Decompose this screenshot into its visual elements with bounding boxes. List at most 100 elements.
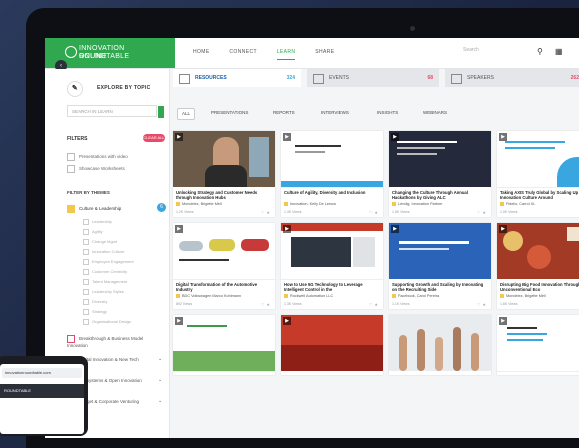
card-title: Disrupting Big Food Innovation Through U… — [500, 282, 579, 292]
card-title: Supporting Growth and Scaling by Innovat… — [392, 282, 484, 292]
card-thumbnail — [497, 223, 579, 279]
card-thumbnail — [173, 223, 275, 280]
resource-type-icon: ▶ — [283, 225, 291, 233]
card-views: 1.0K Views — [500, 210, 518, 214]
tab-label: RESOURCES — [195, 75, 227, 81]
checkbox-culture-leadership[interactable]: Culture & Leadership — [67, 205, 121, 213]
card-actions-icon[interactable]: ♡★ — [261, 210, 272, 215]
resource-card[interactable]: ▶ — [173, 315, 275, 375]
filters-heading: FILTERS — [67, 136, 88, 142]
sub-theme-item[interactable]: Change Mgmt — [83, 239, 117, 245]
card-views: 1.5K Views — [392, 210, 410, 214]
phone-url-bar[interactable]: innovationroundtable.com — [2, 368, 82, 378]
theme-group[interactable]: Breakthrough & Business Model Innovation — [67, 335, 157, 348]
resource-type-icon: ▶ — [499, 225, 507, 233]
format-reports[interactable]: REPORTS — [273, 108, 295, 118]
resource-type-icon: ▶ — [283, 317, 291, 325]
card-actions-icon[interactable]: ♡★ — [477, 210, 488, 215]
sub-theme-item[interactable]: Customer Centricity — [83, 269, 127, 275]
sidebar-search-input[interactable]: SEARCH IN LEARN — [67, 105, 164, 118]
search-placeholder: SEARCH IN LEARN — [72, 109, 113, 114]
sub-theme-item[interactable]: Organisational Design — [83, 319, 131, 325]
camera-dot — [410, 26, 415, 31]
sub-theme-item[interactable]: Agility — [83, 229, 103, 235]
checkbox-video[interactable]: Presentations with video — [67, 153, 128, 161]
nav-connect[interactable]: CONNECT — [229, 49, 257, 55]
search-icon[interactable]: ⚲ — [537, 47, 543, 56]
tab-count: 262 — [570, 75, 579, 81]
sub-theme-item[interactable]: Talent Management — [83, 279, 127, 285]
tab-label: EVENTS — [329, 75, 350, 81]
search-go-icon[interactable] — [158, 106, 164, 118]
phone-header: ROUNDTABLE — [0, 384, 84, 398]
app-screen: INNOVATION ROUNDTABLE ONLINE HOME CONNEC… — [45, 38, 579, 438]
nav-learn[interactable]: LEARN — [276, 49, 296, 60]
resource-type-icon: ▶ — [391, 225, 399, 233]
sub-theme-item[interactable]: Innovation Culture — [83, 249, 124, 255]
resource-type-icon: ▶ — [283, 133, 291, 141]
card-actions-icon[interactable]: ♡★ — [261, 302, 272, 307]
chevron-down-icon[interactable]: ⌄ — [158, 398, 162, 404]
resource-card[interactable]: ▶ — [497, 315, 579, 375]
card-thumbnail — [173, 315, 275, 372]
card-actions-icon[interactable]: ♡★ — [477, 302, 488, 307]
card-actions-icon[interactable]: ♡★ — [369, 302, 380, 307]
card-author: Lendig, Innovation Partner — [392, 202, 443, 206]
nav-home[interactable]: HOME — [193, 49, 210, 55]
format-webinars[interactable]: WEBINARS — [423, 108, 447, 118]
sub-theme-item[interactable]: Diversity — [83, 299, 107, 305]
card-author: Mondelez, Brigette Mell — [500, 294, 546, 298]
resource-card[interactable]: ▶ Taking AXIS Truly Global by Scaling Up… — [497, 131, 579, 217]
clear-filters-button[interactable]: CLEAR ALL — [143, 134, 165, 142]
resource-card[interactable]: ▶ How to Use 5G Technology to Leverage I… — [281, 223, 383, 309]
explore-label: EXPLORE BY TOPIC — [97, 85, 151, 91]
tab-events[interactable]: EVENTS 68 — [307, 69, 439, 87]
card-thumbnail — [389, 223, 491, 279]
card-views: 1.2K Views — [176, 210, 194, 214]
resource-card[interactable]: ▶ Digital Transformation of the Automoti… — [173, 223, 275, 309]
resource-card[interactable]: ▶ — [281, 315, 383, 375]
card-title: Culture of Agility, Diversity and Inclus… — [284, 190, 366, 195]
chevron-down-icon[interactable]: ⌄ — [158, 356, 162, 362]
checkbox-worksheets[interactable]: Showcase Worksheets — [67, 165, 125, 173]
card-views: 1.1K Views — [392, 302, 410, 306]
format-insights[interactable]: INSIGHTS — [377, 108, 398, 118]
resource-card[interactable]: ▶ Disrupting Big Food Innovation Through… — [497, 223, 579, 309]
card-actions-icon[interactable]: ♡★ — [369, 210, 380, 215]
card-author: BDC Volkswagen Marco Kohlmann — [176, 294, 241, 298]
resource-card[interactable]: ▶ Unlocking Strategy and Customer Needs … — [173, 131, 275, 217]
card-title: Taking AXIS Truly Global by Scaling Up I… — [500, 190, 579, 200]
card-thumbnail — [281, 223, 383, 280]
calendar-icon — [313, 74, 324, 84]
card-views: 1.3K Views — [284, 302, 302, 306]
resource-card[interactable]: ▶ Culture of Agility, Diversity and Incl… — [281, 131, 383, 217]
sub-theme-item[interactable]: Employee Engagement — [83, 259, 134, 265]
card-author: Fidelio, Carrol XL — [500, 202, 535, 206]
sub-theme-item[interactable]: Leadership — [83, 219, 112, 225]
tab-resources[interactable]: RESOURCES 324 — [173, 69, 301, 87]
resource-card[interactable]: ▶ Changing the Culture Through Annual Ha… — [389, 131, 491, 217]
logo-icon — [65, 46, 77, 58]
chevron-down-icon[interactable]: ⌄ — [158, 377, 162, 383]
card-title: Changing the Culture Through Annual Hack… — [392, 190, 468, 200]
card-thumbnail — [389, 131, 491, 187]
resource-card[interactable]: ▶ Supporting Growth and Scaling by Innov… — [389, 223, 491, 309]
tab-count: 68 — [427, 75, 433, 81]
header-search-input[interactable]: Search — [463, 47, 527, 59]
resource-type-icon: ▶ — [175, 225, 183, 233]
grid-icon[interactable]: ▦ — [555, 47, 563, 56]
explore-by-topic-button[interactable]: ✎ EXPLORE BY TOPIC — [67, 81, 165, 97]
sub-theme-item[interactable]: Strategy — [83, 309, 107, 315]
resource-type-icon: ▶ — [175, 317, 183, 325]
sub-theme-item[interactable]: Leadership Styles — [83, 289, 124, 295]
format-interviews[interactable]: INTERVIEWS — [321, 108, 349, 118]
resource-card[interactable] — [389, 315, 491, 375]
nav-share[interactable]: SHARE — [315, 49, 334, 55]
card-author: Rockwell Automation LLC — [284, 294, 333, 298]
card-title: How to Use 5G Technology to Leverage Int… — [284, 282, 363, 292]
theme-count-badge: 6 — [157, 203, 166, 212]
card-author: Mondelez, Brigette Mell — [176, 202, 222, 206]
format-all[interactable]: ALL — [177, 108, 195, 120]
tab-speakers[interactable]: SPEAKERS 262 — [445, 69, 579, 87]
format-presentations[interactable]: PRESENTATIONS — [211, 108, 248, 118]
